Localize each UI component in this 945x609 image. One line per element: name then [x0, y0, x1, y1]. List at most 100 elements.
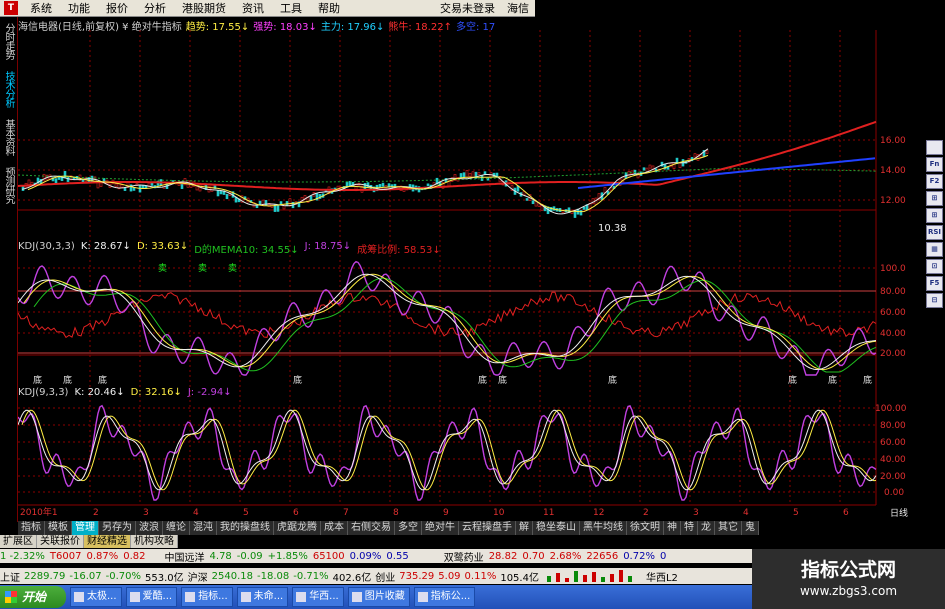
indicator-tab-17[interactable]: 徐文明	[627, 521, 664, 535]
tool-button-fn[interactable]: Fn	[926, 157, 943, 172]
indicator-tab-14[interactable]: 解	[516, 521, 533, 535]
taskbar-item-5[interactable]: 华西...	[292, 587, 344, 607]
tab-intraday[interactable]: 分时走势	[1, 23, 16, 59]
x-tick-label: 8	[393, 508, 399, 518]
indicator-tab-7[interactable]: 我的操盘线	[217, 521, 274, 535]
candle	[645, 167, 649, 172]
sz-index-label: 沪深	[187, 572, 208, 584]
taskbar-item-4[interactable]: 未命...	[236, 587, 289, 607]
menu-analysis[interactable]: 分析	[136, 0, 174, 16]
indicator-tab-8[interactable]: 虎踞龙腾	[274, 521, 321, 535]
tab-institution[interactable]: 机构攻略	[131, 535, 178, 548]
tab-finance-picks[interactable]: 财经精选	[84, 535, 131, 548]
indicator-tab-22[interactable]: 鬼	[742, 521, 759, 535]
menu-function[interactable]: 功能	[60, 0, 98, 16]
indicator-tab-4[interactable]: 波浪	[136, 521, 163, 535]
tool-button-f5[interactable]: F5	[926, 276, 943, 291]
tool-button-1[interactable]	[926, 140, 943, 155]
indicator-tab-5[interactable]: 缠论	[163, 521, 190, 535]
menu-help[interactable]: 帮助	[310, 0, 348, 16]
indicator-tab-18[interactable]: 神	[664, 521, 681, 535]
indicator-tab-1[interactable]: 模板	[45, 521, 72, 535]
watermark-title: 指标公式网	[800, 559, 896, 581]
menu-news[interactable]: 资讯	[234, 0, 272, 16]
indicator-tab-2[interactable]: 管理	[72, 521, 99, 535]
extension-tab-bar: 扩展区 关联报价 财经精选 机构攻略	[0, 535, 178, 548]
ticker-val: 0.82	[123, 550, 146, 562]
indicator-tab-13[interactable]: 云程操盘手	[459, 521, 516, 535]
indicator-tab-15[interactable]: 稳坐泰山	[533, 521, 580, 535]
menu-hk-futures[interactable]: 港股期货	[174, 0, 234, 16]
indicator-tab-6[interactable]: 混沌	[190, 521, 217, 535]
bottom-signal-label: 底	[863, 374, 872, 386]
tool-button-window[interactable]: ⊡	[926, 259, 943, 274]
indicator-tab-12[interactable]: 绝对牛	[422, 521, 459, 535]
chart-area[interactable]: 10.38 卖卖卖底底底底底底底底底底 2010年1 2 3 4 5 6 7 8 9 10 11 1…	[18, 30, 926, 520]
left-tab-bar: 分时走势 技术分析 基本资料 预测研究	[0, 17, 18, 522]
cy-change: 5.09	[438, 570, 461, 582]
taskbar-item-2[interactable]: 爱酷...	[125, 587, 178, 607]
candle	[477, 172, 481, 175]
indicator-tab-16[interactable]: 黑牛均线	[580, 521, 627, 535]
tool-button-grid-1[interactable]: ⊞	[926, 191, 943, 206]
x-tick-label: 6	[843, 508, 849, 518]
kdj2-title: KDJ(9,3,3) K: 20.46↓ D: 32.16↓ J: -2.94↓	[18, 387, 238, 398]
bottom-signal-label: 底	[828, 374, 837, 386]
trade-login-status[interactable]: 交易未登录	[434, 0, 501, 16]
start-button[interactable]: 开始	[0, 586, 66, 608]
breadth-bar	[609, 574, 614, 582]
candle	[132, 187, 136, 191]
tab-technical[interactable]: 技术分析	[1, 71, 16, 107]
ticker-stock1-price: 4.78	[209, 550, 232, 562]
x-tick-label: 3	[693, 508, 699, 518]
indicator-tab-19[interactable]: 特	[681, 521, 698, 535]
tool-button-layout[interactable]: ⊟	[926, 293, 943, 308]
taskbar-item-7[interactable]: 指标公...	[413, 587, 476, 607]
sell-signal-label: 卖	[228, 263, 237, 274]
kdj2-axis-0: 0.00	[884, 488, 904, 498]
ticker-stock1[interactable]: 中国远洋	[165, 549, 205, 564]
tool-button-f2[interactable]: F2	[926, 174, 943, 189]
kdj1-axis-100: 100.0	[880, 264, 906, 274]
ticker-stock2[interactable]: 双鹭药业	[444, 549, 484, 564]
tab-related-quotes[interactable]: 关联报价	[37, 535, 84, 548]
broker-label: 华西L2	[645, 572, 678, 584]
tool-button-rsi[interactable]: RSI	[926, 225, 943, 240]
bottom-signal-label: 底	[608, 374, 617, 386]
kdj2-d-line	[21, 409, 877, 491]
indicator-tab-11[interactable]: 多空	[395, 521, 422, 535]
menu-quote[interactable]: 报价	[98, 0, 136, 16]
tab-forecast[interactable]: 预测研究	[1, 167, 16, 203]
tab-extension[interactable]: 扩展区	[0, 535, 37, 548]
tab-fundamental[interactable]: 基本资料	[1, 119, 16, 155]
x-tick-label: 12	[593, 508, 604, 518]
candle	[138, 185, 142, 193]
indicator-tab-21[interactable]: 其它	[715, 521, 742, 535]
bottom-signal-label: 底	[63, 374, 72, 386]
taskbar-item-6[interactable]: 图片收藏	[347, 587, 410, 607]
x-tick-label: 6	[293, 508, 299, 518]
sz-amount: 402.6亿	[332, 572, 372, 584]
candle	[468, 173, 472, 177]
menu-tools[interactable]: 工具	[272, 0, 310, 16]
period-label: 日线	[890, 507, 908, 519]
kdj1-axis-60: 60.00	[880, 308, 906, 318]
indicator-tab-3[interactable]: 另存为	[99, 521, 136, 535]
kdj2-axis-40: 40.00	[880, 455, 906, 465]
app-logo-icon: T	[4, 1, 18, 15]
candle	[288, 198, 292, 206]
taskbar-item-3[interactable]: 指标...	[181, 587, 233, 607]
indicator-tab-0[interactable]: 指标	[18, 521, 45, 535]
breadth-bar	[546, 576, 551, 582]
taskbar-item-1[interactable]: 太极...	[70, 587, 122, 607]
indicator-tab-10[interactable]: 右侧交易	[348, 521, 395, 535]
candle	[471, 171, 475, 178]
indicator-tab-20[interactable]: 龙	[698, 521, 715, 535]
tool-button-table[interactable]: ▦	[926, 242, 943, 257]
indicator-tab-9[interactable]: 成本	[321, 521, 348, 535]
bottom-signal-label: 底	[788, 374, 797, 386]
menu-system[interactable]: 系统	[22, 0, 60, 16]
tool-button-grid-2[interactable]: ⊞	[926, 208, 943, 223]
candle	[465, 170, 469, 178]
kdj1-title: KDJ(30,3,3) K: 28.67↓ D: 33.63↓ D的MEMA10…	[18, 241, 447, 256]
